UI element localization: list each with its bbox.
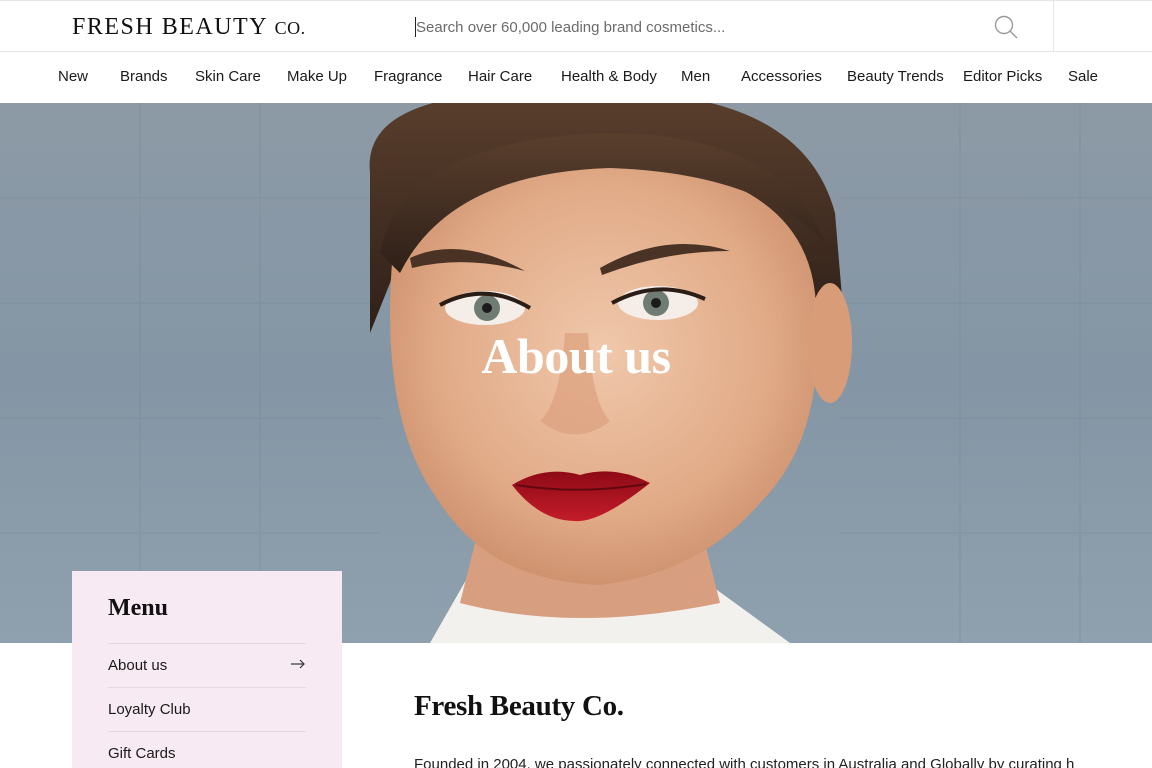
side-menu-item-about-us[interactable]: About us — [108, 643, 306, 687]
logo-co-text: CO. — [274, 18, 306, 38]
search-icon — [994, 15, 1018, 39]
nav-item-beauty-trends[interactable]: Beauty Trends — [847, 68, 944, 85]
nav-item-men[interactable]: Men — [681, 68, 710, 85]
arrow-right-icon — [291, 659, 305, 669]
nav-item-make-up[interactable]: Make Up — [287, 68, 347, 85]
search-bar — [404, 1, 1054, 52]
nav-item-new[interactable]: New — [58, 68, 88, 85]
logo-text: FRESH BEAUTY — [72, 14, 268, 40]
side-menu-item-gift-cards[interactable]: Gift Cards — [108, 731, 306, 768]
text-caret — [415, 17, 416, 37]
side-menu-item-loyalty-club[interactable]: Loyalty Club — [108, 687, 306, 731]
site-logo[interactable]: FRESH BEAUTY CO. — [72, 14, 306, 41]
side-menu: Menu About us Loyalty Club Gift Cards — [72, 571, 342, 768]
side-menu-item-label: Loyalty Club — [108, 701, 191, 718]
nav-item-accessories[interactable]: Accessories — [741, 68, 822, 85]
nav-item-sale[interactable]: Sale — [1068, 68, 1098, 85]
main-nav: New Brands Skin Care Make Up Fragrance H… — [0, 52, 1152, 103]
nav-item-skin-care[interactable]: Skin Care — [195, 68, 261, 85]
side-menu-item-label: About us — [108, 657, 168, 674]
search-input[interactable] — [416, 15, 976, 39]
search-button[interactable] — [992, 13, 1020, 41]
hero-title: About us — [481, 328, 671, 384]
side-menu-item-label: Gift Cards — [108, 745, 176, 762]
nav-item-editor-picks[interactable]: Editor Picks — [963, 68, 1042, 85]
nav-item-hair-care[interactable]: Hair Care — [468, 68, 532, 85]
hero-banner: About us — [0, 103, 1152, 643]
site-header: FRESH BEAUTY CO. — [0, 0, 1152, 52]
content-body-text: Founded in 2004, we passionately connect… — [414, 756, 1074, 768]
side-menu-title: Menu — [108, 595, 168, 621]
nav-item-brands[interactable]: Brands — [120, 68, 168, 85]
content-title: Fresh Beauty Co. — [414, 690, 624, 722]
nav-item-health-body[interactable]: Health & Body — [561, 68, 657, 85]
nav-item-fragrance[interactable]: Fragrance — [374, 68, 442, 85]
